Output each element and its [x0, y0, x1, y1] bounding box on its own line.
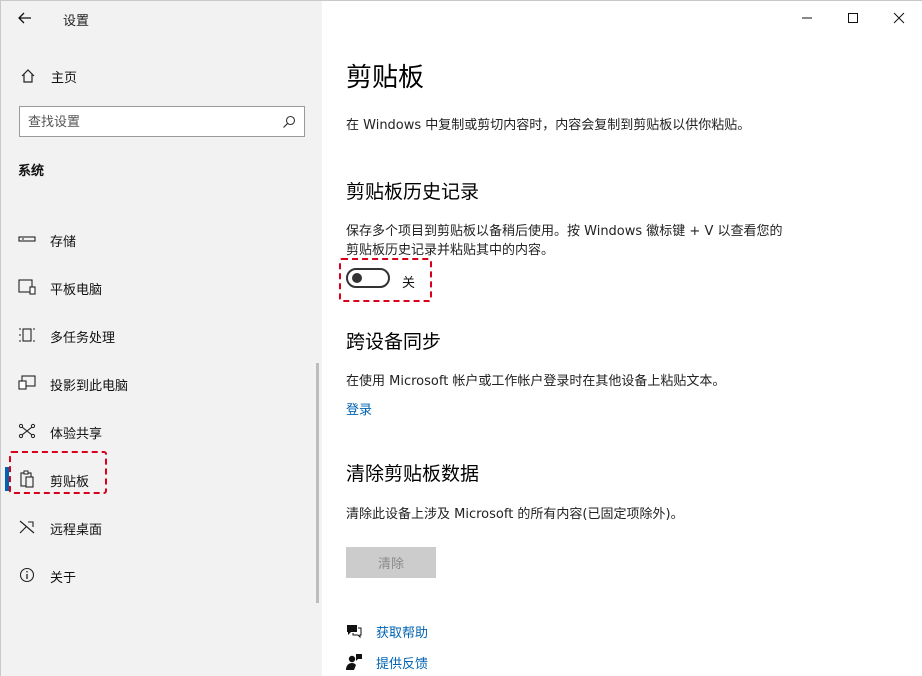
sidebar-item-label: 体验共享: [50, 427, 103, 442]
clear-heading: 清除剪贴板数据: [346, 463, 480, 485]
maximize-button[interactable]: [830, 1, 876, 35]
history-description: 保存多个项目到剪贴板以备稍后使用。按 Windows 徽标键 + V 以查看您的…: [346, 224, 783, 258]
sidebar-item-label: 投影到此电脑: [50, 379, 129, 394]
sidebar-scrollbar[interactable]: [316, 363, 319, 603]
sidebar-item-tablet[interactable]: 平板电脑: [1, 263, 322, 311]
page-title: 剪贴板: [346, 63, 425, 93]
sidebar-item-label: 关于: [50, 571, 77, 586]
sidebar: 设置 主页 系统 存储: [1, 1, 322, 676]
clear-button[interactable]: 清除: [346, 547, 436, 578]
clear-description: 清除此设备上涉及 Microsoft 的所有内容(已固定项除外)。: [346, 507, 684, 522]
page-description: 在 Windows 中复制或剪切内容时，内容会复制到剪贴板以供你粘贴。: [346, 118, 751, 133]
home-label: 主页: [51, 71, 78, 86]
info-icon: [17, 566, 37, 584]
sidebar-item-shared-experiences[interactable]: 体验共享: [1, 407, 322, 455]
minimize-icon: [802, 17, 812, 19]
storage-icon: [17, 230, 37, 248]
sidebar-item-multitasking[interactable]: 多任务处理: [1, 311, 322, 359]
search-box[interactable]: [19, 106, 305, 137]
search-input[interactable]: [28, 112, 278, 132]
sidebar-item-remote-desktop[interactable]: 远程桌面: [1, 503, 322, 551]
home-nav-item[interactable]: 主页: [1, 61, 322, 91]
feedback-icon: [344, 653, 364, 671]
back-button[interactable]: [13, 7, 37, 29]
get-help-link[interactable]: 获取帮助: [344, 620, 428, 642]
feedback-link[interactable]: 提供反馈: [344, 651, 428, 673]
history-heading: 剪贴板历史记录: [346, 181, 480, 203]
highlight-box: [9, 451, 107, 494]
window-controls: [784, 1, 922, 35]
sidebar-nav: 存储 平板电脑 多任务处理 投影到此电脑 体验共享 剪贴板 远程桌面 关于: [1, 215, 322, 599]
app-title: 设置: [63, 14, 90, 29]
main-content: 剪贴板 在 Windows 中复制或剪切内容时，内容会复制到剪贴板以供你粘贴。 …: [322, 1, 922, 676]
sync-description: 在使用 Microsoft 帐户或工作帐户登录时在其他设备上粘贴文本。: [346, 374, 726, 389]
section-label: 系统: [18, 164, 45, 179]
highlight-box: [339, 258, 432, 302]
minimize-button[interactable]: [784, 1, 830, 35]
close-button[interactable]: [876, 1, 922, 35]
sidebar-item-projecting[interactable]: 投影到此电脑: [1, 359, 322, 407]
help-chat-icon: [344, 622, 364, 640]
sign-in-link[interactable]: 登录: [346, 399, 372, 418]
sidebar-item-about[interactable]: 关于: [1, 551, 322, 599]
maximize-icon: [848, 13, 858, 23]
get-help-label: 获取帮助: [376, 625, 429, 641]
title-bar: 设置: [1, 1, 322, 35]
projecting-icon: [17, 374, 37, 392]
close-icon: [893, 12, 905, 24]
shared-experiences-icon: [17, 422, 37, 440]
home-icon: [19, 67, 37, 85]
sidebar-item-label: 存储: [50, 235, 77, 250]
search-icon[interactable]: [280, 113, 298, 131]
settings-window: 设置 主页 系统 存储: [0, 0, 922, 676]
sidebar-item-label: 远程桌面: [50, 523, 103, 538]
sidebar-item-storage[interactable]: 存储: [1, 215, 322, 263]
sidebar-item-label: 平板电脑: [50, 283, 103, 298]
sidebar-item-label: 多任务处理: [50, 331, 116, 346]
feedback-label: 提供反馈: [376, 656, 429, 672]
remote-desktop-icon: [17, 518, 37, 536]
sync-heading: 跨设备同步: [346, 331, 442, 353]
back-arrow-icon: [18, 12, 31, 24]
tablet-icon: [17, 278, 37, 296]
multitasking-icon: [17, 326, 37, 344]
